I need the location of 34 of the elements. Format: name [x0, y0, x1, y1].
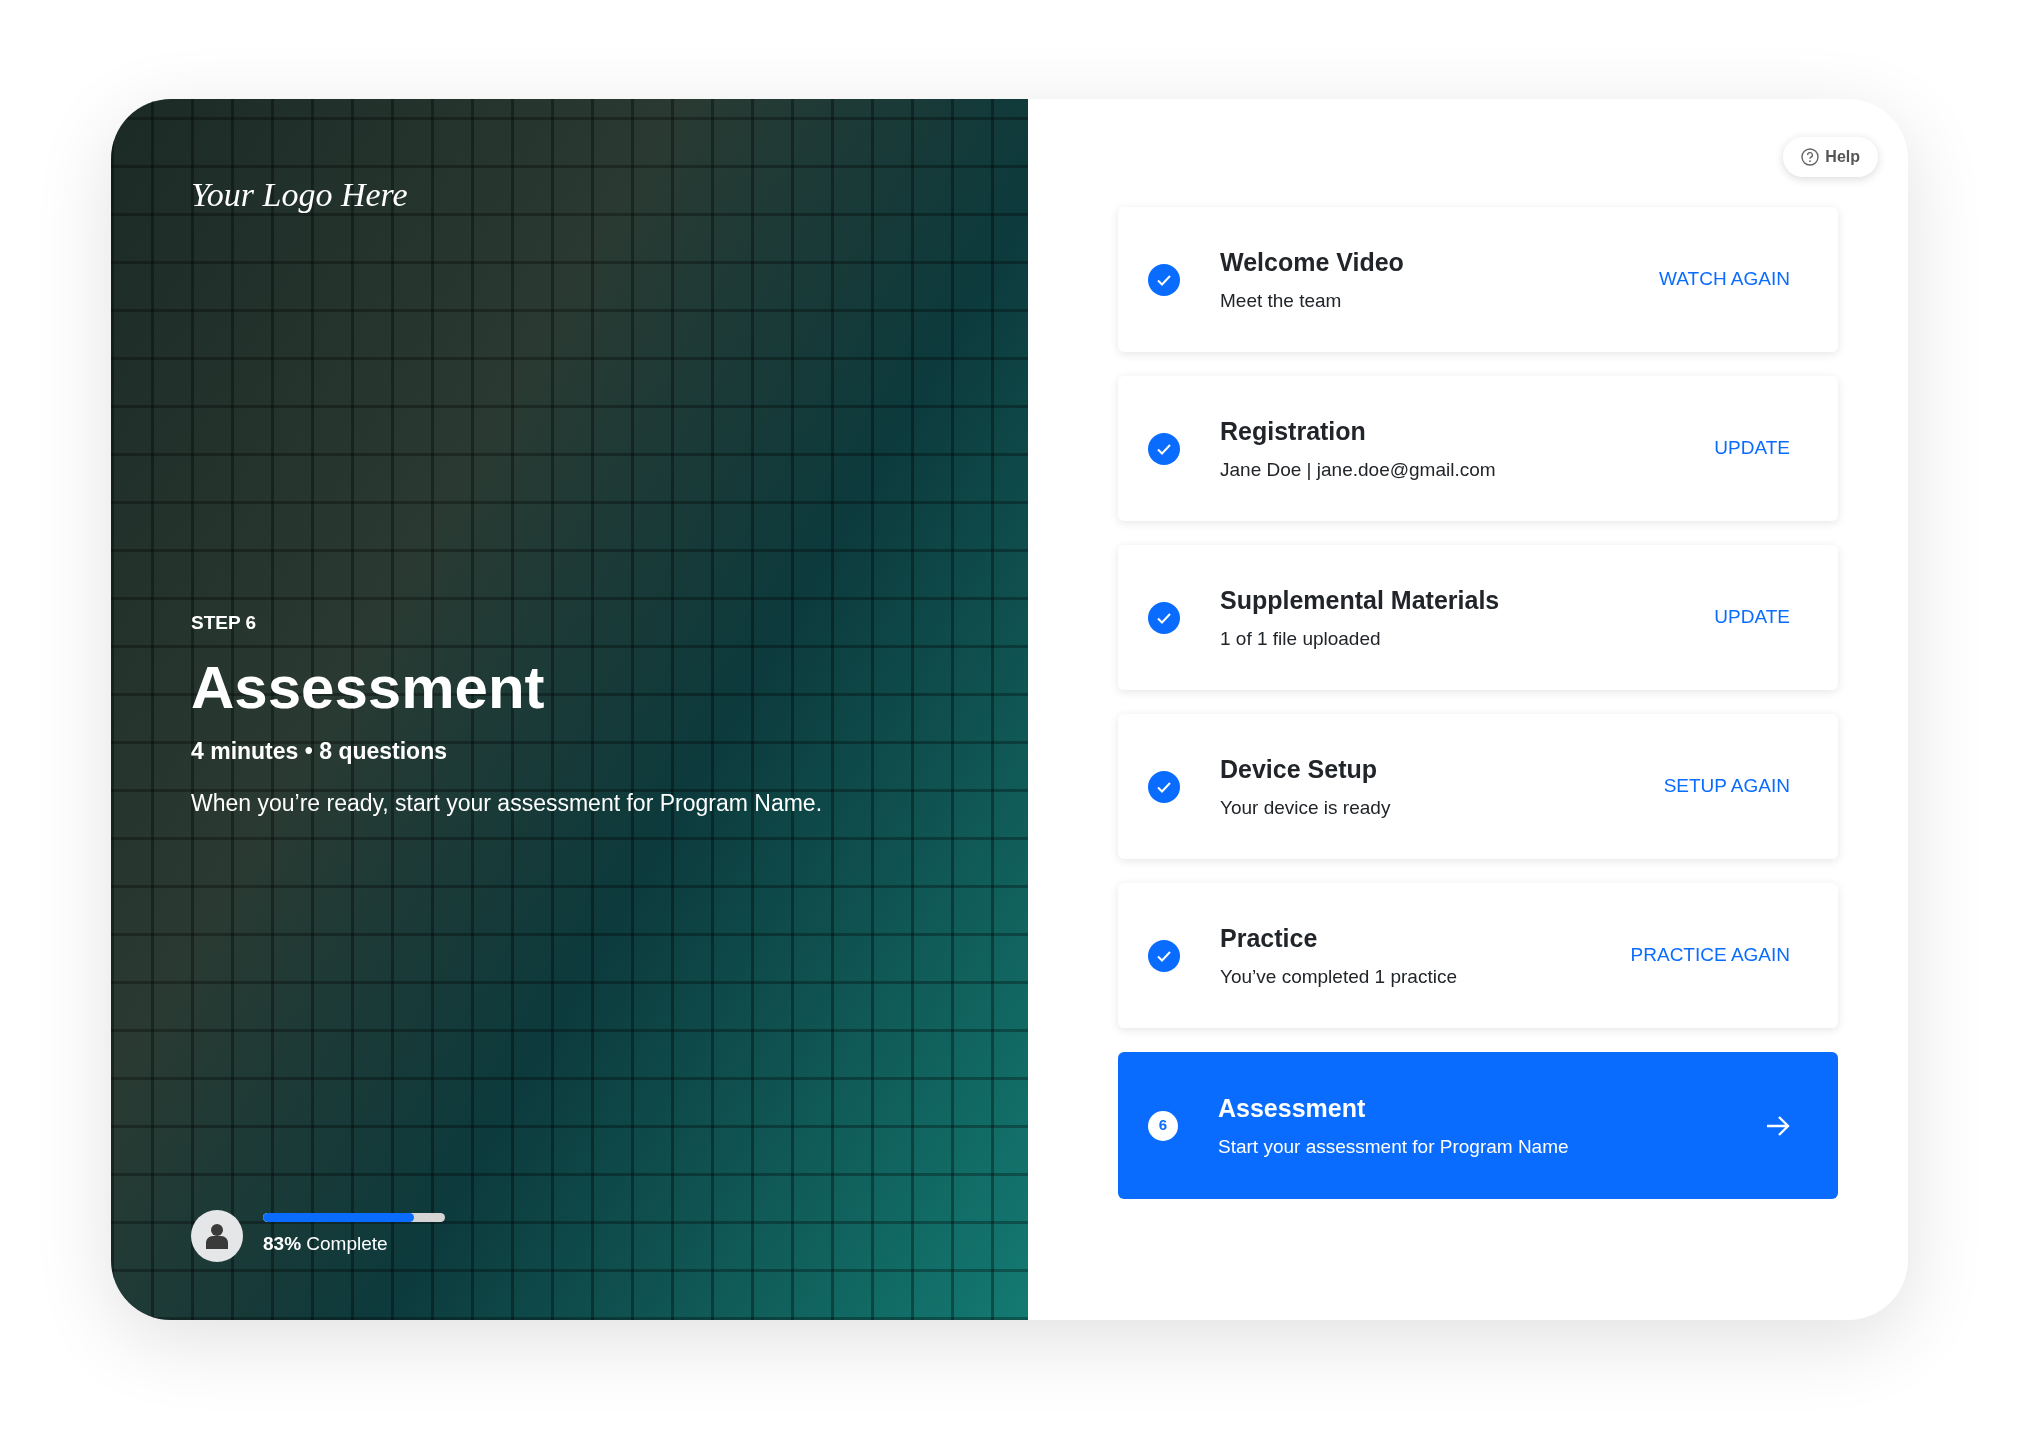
help-icon [1801, 148, 1820, 166]
step-title: Registration [1220, 415, 1367, 447]
step-action-link[interactable]: UPDATE [1714, 434, 1790, 463]
step-action-link[interactable]: UPDATE [1714, 603, 1790, 632]
step-subtitle: Your device is ready [1220, 796, 1392, 820]
check-icon [1148, 263, 1180, 296]
step-action-link[interactable]: SETUP AGAIN [1663, 772, 1790, 801]
step-subtitle: Jane Doe | jane.doe@gmail.com [1220, 458, 1497, 482]
assessment-meta: 4 minutes • 8 questions [191, 736, 447, 766]
arrow-right-icon [1766, 1115, 1790, 1136]
step-number: 6 [1148, 1110, 1178, 1141]
step-subtitle: Meet the team [1220, 289, 1343, 313]
step-label: STEP 6 [191, 611, 257, 636]
step-subtitle: You’ve completed 1 practice [1220, 965, 1458, 989]
step-title: Device Setup [1220, 753, 1378, 785]
page-title: Assessment [191, 652, 545, 723]
description: When you’re ready, start your assessment for Program Name. [191, 789, 823, 819]
check-icon [1148, 432, 1180, 465]
step-action-link[interactable]: WATCH AGAIN [1659, 265, 1790, 294]
step-title: Welcome Video [1220, 246, 1405, 278]
step-title: Assessment [1218, 1092, 1367, 1124]
check-icon [1148, 939, 1180, 972]
current-step-card[interactable]: 6 Assessment Start your assessment for Program Name [1118, 1052, 1838, 1199]
progress-label: 83% Complete [263, 1232, 389, 1257]
avatar-icon [191, 1210, 243, 1262]
step-subtitle: Start your assessment for Program Name [1218, 1135, 1570, 1159]
step-subtitle: 1 of 1 file uploaded [1220, 627, 1382, 651]
check-icon [1148, 770, 1180, 803]
help-button[interactable]: Help [1783, 137, 1878, 177]
logo-text: Your Logo Here [191, 175, 408, 215]
check-icon [1148, 601, 1180, 634]
step-title: Supplemental Materials [1220, 584, 1501, 616]
step-title: Practice [1220, 922, 1319, 954]
step-action-link[interactable]: PRACTICE AGAIN [1630, 941, 1790, 970]
